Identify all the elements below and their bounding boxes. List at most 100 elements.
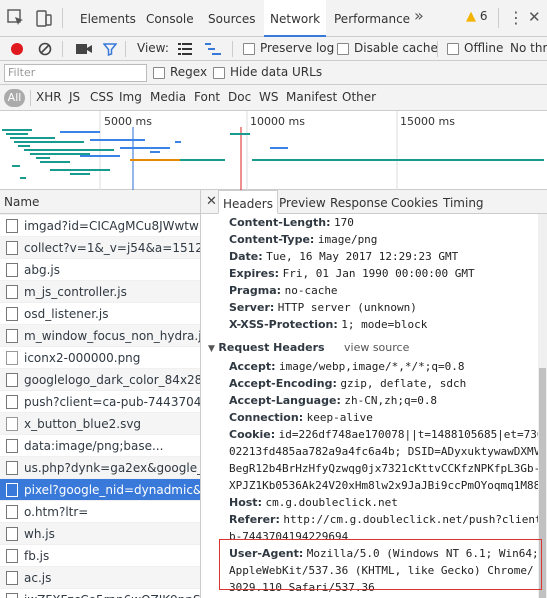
tab-network[interactable]: Network	[264, 0, 327, 37]
divider	[498, 8, 499, 28]
throttling-dropdown[interactable]: No thro	[510, 41, 547, 55]
view-label: View:	[137, 41, 169, 55]
file-icon	[6, 285, 18, 299]
tab-console[interactable]: Console	[146, 0, 194, 37]
request-row[interactable]: m_window_focus_non_hydra.js	[0, 324, 200, 346]
request-row[interactable]: jwZFXFzcCe5rnn6wQZIK9ppSZ	[0, 588, 200, 598]
header-line: Connection: keep-alive	[229, 411, 373, 424]
file-icon	[6, 263, 18, 277]
request-row[interactable]: fb.js	[0, 544, 200, 566]
type-css[interactable]: CSS	[90, 90, 114, 104]
filter-bar: Filter Regex Hide data URLs	[0, 61, 547, 85]
filter-input[interactable]: Filter	[4, 64, 147, 82]
file-icon	[6, 241, 18, 255]
file-icon	[6, 527, 18, 541]
header-value-continuation: 02213fd485aa782a9a4fc6a4b; DSID=ADyxukty…	[229, 445, 541, 458]
header-line: Content-Type: image/png	[229, 233, 378, 246]
request-row[interactable]: abg.js	[0, 258, 200, 280]
header-line: Server: HTTP server (unknown)	[229, 301, 417, 314]
clear-icon[interactable]	[38, 42, 52, 56]
type-ws[interactable]: WS	[259, 90, 278, 104]
header-line: Date: Tue, 16 May 2017 12:29:23 GMT	[229, 250, 459, 263]
devtools-tab-bar: Elements Console Sources Network Perform…	[0, 0, 547, 37]
capture-screenshots-icon[interactable]	[76, 43, 92, 55]
type-doc[interactable]: Doc	[228, 90, 251, 104]
tab-timing[interactable]: Timing	[443, 190, 484, 214]
type-xhr[interactable]: XHR	[36, 90, 62, 104]
tab-headers[interactable]: Headers	[218, 190, 278, 214]
network-overview[interactable]: 5000 ms 10000 ms 15000 ms	[0, 111, 547, 190]
tab-sources[interactable]: Sources	[208, 0, 255, 37]
request-row[interactable]: data:image/png;base...	[0, 434, 200, 456]
request-row[interactable]: push?client=ca-pub-74437041	[0, 390, 200, 412]
preserve-log-label: Preserve log	[260, 41, 335, 55]
tab-cookies[interactable]: Cookies	[391, 190, 438, 214]
request-row[interactable]: m_js_controller.js	[0, 280, 200, 302]
warning-count: 6	[479, 9, 488, 23]
header-line: Accept: image/webp,image/*,*/*;q=0.8	[229, 360, 465, 373]
close-detail-icon[interactable]: ✕	[206, 194, 217, 209]
more-tabs-button[interactable]: »	[414, 6, 424, 25]
request-row[interactable]: googlelogo_dark_color_84x28	[0, 368, 200, 390]
header-line: Pragma: no-cache	[229, 284, 338, 297]
file-icon	[6, 329, 18, 343]
type-other[interactable]: Other	[342, 90, 376, 104]
request-row[interactable]: osd_listener.js	[0, 302, 200, 324]
offline-label: Offline	[464, 41, 504, 55]
type-manifest[interactable]: Manifest	[286, 90, 337, 104]
preserve-log-checkbox[interactable]	[243, 43, 255, 55]
type-img[interactable]: Img	[119, 90, 142, 104]
divider	[30, 90, 31, 106]
tab-elements[interactable]: Elements	[80, 0, 136, 37]
request-row[interactable]: ac.js	[0, 566, 200, 588]
request-row[interactable]: collect?v=1&_v=j54&a=15129	[0, 236, 200, 258]
divider	[232, 41, 233, 57]
name-column-header[interactable]: Name	[0, 190, 200, 214]
file-icon	[6, 395, 18, 409]
request-row[interactable]: x_button_blue2.svg	[0, 412, 200, 434]
header-line: Accept-Encoding: gzip, deflate, sdch	[229, 377, 467, 390]
large-rows-icon[interactable]	[178, 43, 192, 55]
type-js[interactable]: JS	[69, 90, 80, 104]
warning-icon: ▲	[466, 9, 476, 24]
regex-checkbox[interactable]	[153, 67, 165, 79]
request-row[interactable]: us.php?dynk=ga2ex&google_	[0, 456, 200, 478]
hide-data-urls-label: Hide data URLs	[230, 65, 323, 79]
type-font[interactable]: Font	[194, 90, 220, 104]
header-line: X-XSS-Protection: 1; mode=block	[229, 318, 428, 331]
device-toolbar-icon[interactable]	[34, 8, 54, 28]
type-all[interactable]: All	[4, 89, 25, 107]
triangle-down-icon: ▼	[208, 344, 215, 354]
request-row[interactable]: o.htm?ltr=	[0, 500, 200, 522]
inspect-element-icon[interactable]	[6, 8, 26, 28]
divider	[62, 41, 63, 57]
tab-response[interactable]: Response	[330, 190, 388, 214]
image-icon	[6, 417, 18, 431]
tab-performance[interactable]: Performance	[334, 0, 410, 37]
file-icon	[6, 219, 18, 233]
record-icon[interactable]	[10, 42, 24, 56]
view-source-link[interactable]: view source	[344, 339, 409, 356]
request-row[interactable]: wh.js	[0, 522, 200, 544]
request-headers-section-toggle[interactable]: ▼ Request Headers	[208, 339, 325, 358]
more-options-icon[interactable]: ⋮	[508, 8, 524, 27]
tab-preview[interactable]: Preview	[279, 190, 326, 214]
warning-counter[interactable]: ▲ 6	[466, 9, 487, 24]
request-detail-pane: ✕ Headers Preview Response Cookies Timin…	[201, 190, 547, 598]
close-devtools-icon[interactable]: ✕	[528, 8, 541, 26]
hide-data-urls-checkbox[interactable]	[213, 67, 225, 79]
image-icon	[6, 351, 18, 365]
waterfall-icon[interactable]	[205, 43, 221, 55]
header-line: Host: cm.g.doubleclick.net	[229, 496, 398, 509]
file-icon	[6, 483, 18, 497]
divider	[125, 41, 126, 57]
request-row[interactable]: iconx2-000000.png	[0, 346, 200, 368]
filter-icon[interactable]	[103, 42, 117, 56]
request-list: Name imgad?id=CICAgMCu8JWwtw collect?v=1…	[0, 190, 201, 598]
offline-checkbox[interactable]	[447, 43, 459, 55]
disable-cache-checkbox[interactable]	[337, 43, 349, 55]
header-value-continuation: XPJZ1Kb0536Ak24V20xHm8lw2x9JaJBi9ccPmOYo…	[229, 479, 541, 492]
request-row[interactable]: imgad?id=CICAgMCu8JWwtw	[0, 214, 200, 236]
type-media[interactable]: Media	[150, 90, 186, 104]
request-row-selected[interactable]: pixel?google_nid=dynadmic&	[0, 478, 200, 500]
